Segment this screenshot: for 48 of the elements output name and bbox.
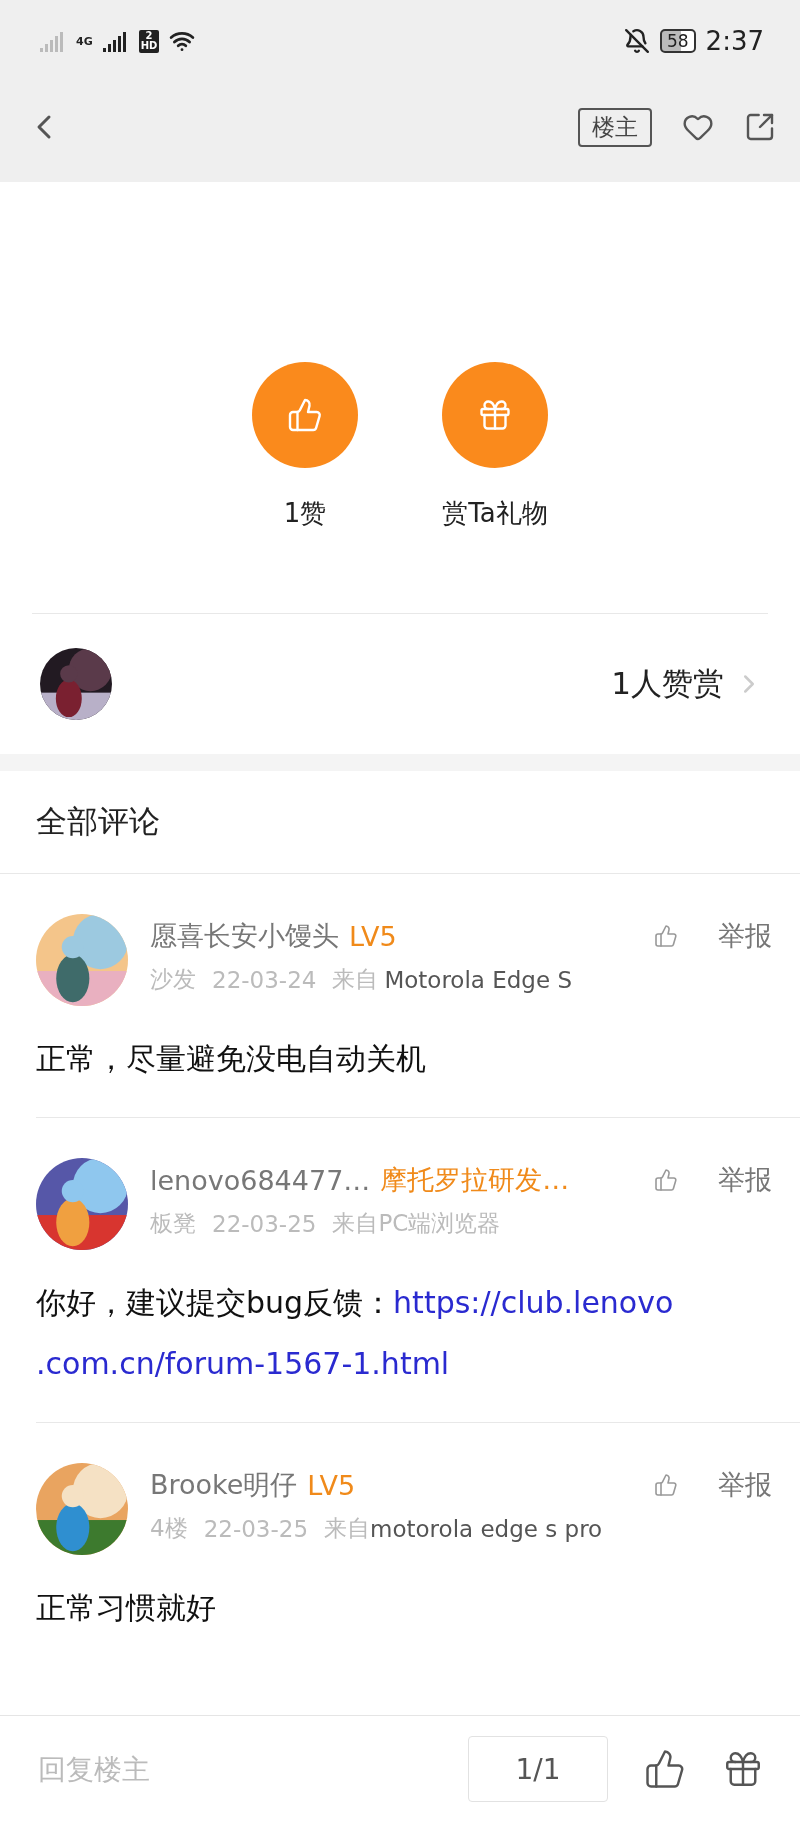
share-button[interactable] xyxy=(744,111,776,143)
network-type: 4G xyxy=(76,35,93,47)
clock-time: 2:37 xyxy=(705,26,764,56)
comment-text: 正常，尽量避免没电自动关机 xyxy=(36,1040,427,1078)
user-level: LV5 xyxy=(307,1469,356,1501)
comment-text: 你好，建议提交bug反馈：https://club.lenovo .com.cn/forum-1567-1.html xyxy=(36,1284,675,1383)
bell-off-icon xyxy=(623,28,650,54)
thumbs-up-icon xyxy=(654,924,678,948)
section-title: 全部评论 xyxy=(36,802,160,841)
floor-label: 板凳 xyxy=(150,1209,196,1238)
thumbs-up-icon xyxy=(287,397,323,433)
device-name: motorola edge s pro xyxy=(370,1515,603,1542)
post-date: 22-03-25 xyxy=(212,1210,317,1237)
comment-text: 正常习惯就好 xyxy=(36,1589,217,1627)
post-date: 22-03-24 xyxy=(212,966,317,993)
sim-badge: 2 HD xyxy=(138,29,160,53)
like-button[interactable] xyxy=(644,1748,686,1790)
action-label: 1赞 xyxy=(283,497,327,530)
user-name: Brooke明仔 xyxy=(150,1468,298,1502)
thumbs-up-icon xyxy=(644,1748,686,1790)
share-icon xyxy=(744,111,776,143)
user-name: 愿喜长安小馒头 xyxy=(150,919,339,953)
reply-field[interactable]: 回复楼主 xyxy=(36,1751,432,1787)
floor-label: 沙发 xyxy=(150,965,196,994)
thumbs-up-icon xyxy=(654,1168,678,1192)
signal-icon xyxy=(102,30,129,52)
source-label: 来自PC端浏览器 xyxy=(332,1209,501,1238)
report-button[interactable]: 举报 xyxy=(718,918,772,954)
user-name: lenovo684477… xyxy=(150,1164,371,1196)
battery-level: 58 xyxy=(659,29,696,53)
report-button[interactable]: 举报 xyxy=(718,1467,772,1503)
comment-link[interactable]: https://club.lenovo xyxy=(393,1285,674,1320)
device-name: Motorola Edge S xyxy=(384,966,573,993)
action-label: 赏Ta礼物 xyxy=(442,497,548,530)
user-level: LV5 xyxy=(349,920,397,952)
source-label: 来自 xyxy=(324,1514,371,1543)
post-date: 22-03-25 xyxy=(203,1515,309,1542)
comment-link[interactable]: .com.cn/forum-1567-1.html xyxy=(36,1346,450,1381)
reward-count: 1人赞赏 xyxy=(611,664,724,703)
thumbs-up-icon xyxy=(654,1473,678,1497)
source-label: 来自 xyxy=(332,965,379,994)
page-indicator[interactable]: 1/1 xyxy=(468,1736,608,1802)
op-only-button[interactable]: 楼主 xyxy=(578,107,652,147)
floor-label: 4楼 xyxy=(150,1514,188,1543)
signal-icon xyxy=(40,30,66,52)
gift-icon xyxy=(477,397,513,433)
user-level: 摩托罗拉研发… xyxy=(380,1163,570,1197)
report-button[interactable]: 举报 xyxy=(718,1162,772,1198)
